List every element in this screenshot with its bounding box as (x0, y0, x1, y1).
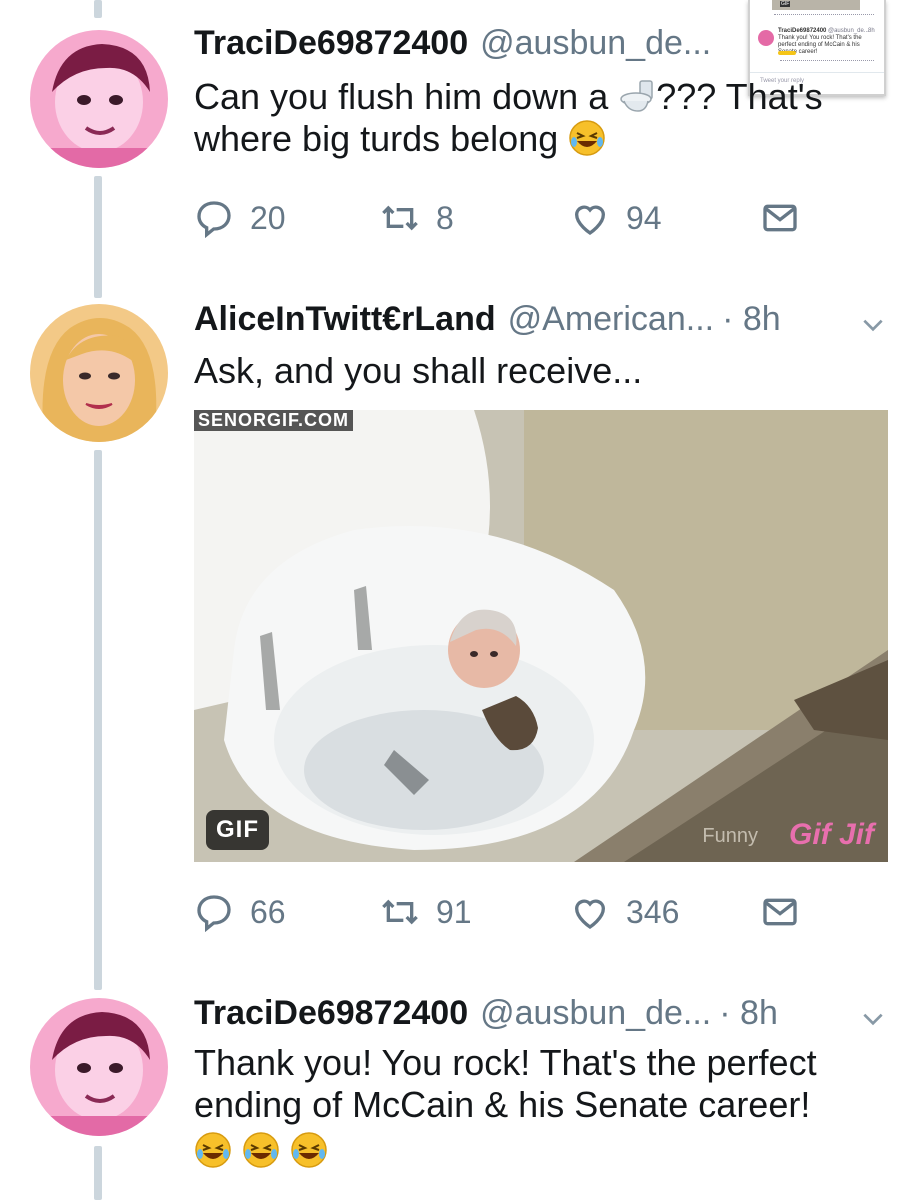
tweet-actions: 20 8 94 (194, 198, 814, 242)
tweet-header: TraciDe69872400 @ausbun_de... (194, 24, 711, 63)
tweet-header: AliceInTwitt€rLand @American... · 8h (194, 300, 781, 339)
user-name[interactable]: TraciDe69872400 (194, 994, 468, 1033)
like-button[interactable]: 94 (570, 198, 662, 238)
laughing-emoji-icon (242, 1131, 280, 1169)
retweet-icon (382, 899, 418, 925)
reply-count: 66 (250, 893, 286, 930)
retweet-count: 8 (436, 199, 454, 236)
tweet-text-part: ??? That's (656, 76, 823, 117)
laughing-emoji-icon (568, 119, 606, 157)
thumb-avatar (758, 30, 774, 46)
retweet-count: 91 (436, 893, 472, 930)
user-name[interactable]: TraciDe69872400 (194, 24, 468, 63)
tweet-text: Ask, and you shall receive... (194, 350, 643, 391)
avatar[interactable] (30, 30, 168, 168)
like-icon (574, 205, 606, 235)
tweet-text-line: Thank you! You rock! That's the perfect (194, 1042, 817, 1083)
user-handle[interactable]: @ausbun_de... (480, 994, 711, 1033)
emoji-row (194, 1130, 894, 1172)
toilet-emoji-icon (618, 77, 656, 115)
retweet-button[interactable]: 8 (380, 198, 454, 238)
tweet-header: TraciDe69872400 @ausbun_de... · 8h (194, 994, 778, 1033)
thread-line (94, 0, 102, 18)
tweet-text: Can you flush him down a ??? That's wher… (194, 76, 854, 160)
media-watermark: SENORGIF.COM (194, 410, 354, 431)
thumb-divider (750, 72, 884, 73)
reply-button[interactable]: 20 (194, 198, 286, 238)
media-watermark: Gif Jif (788, 818, 874, 851)
gif-image (194, 410, 888, 862)
thumb-actions (774, 14, 874, 19)
thumb-time: 8h (868, 28, 875, 34)
thread-line (94, 176, 102, 298)
user-handle[interactable]: @ausbun_de... (480, 24, 711, 63)
reply-button[interactable]: 66 (194, 892, 286, 932)
tweet-time[interactable]: · 8h (722, 300, 781, 339)
avatar[interactable] (30, 998, 168, 1136)
thumb-emoji-row (778, 51, 796, 55)
gif-badge: GIF (206, 810, 269, 850)
thread-line (94, 1146, 102, 1200)
retweet-icon (382, 205, 418, 231)
tweet-actions: 66 91 346 (194, 892, 814, 936)
tweet-text-part: Can you flush him down a (194, 76, 609, 117)
tweet-media-gif[interactable]: SENORGIF.COM Funny Gif Jif GIF (194, 410, 888, 862)
avatar[interactable] (30, 304, 168, 442)
retweet-button[interactable]: 91 (380, 892, 472, 932)
reply-icon (197, 895, 231, 932)
like-button[interactable]: 346 (570, 892, 679, 932)
like-icon (574, 899, 606, 929)
thumb-gif-badge: GIF (780, 1, 791, 7)
tweet-text: Thank you! You rock! That's the perfect … (194, 1042, 894, 1172)
user-name[interactable]: AliceInTwitt€rLand (194, 300, 496, 339)
thumb-actions-2 (780, 60, 874, 65)
direct-message-icon (763, 204, 797, 232)
direct-message-icon (763, 898, 797, 926)
thumb-handle: @ausbun_de... (828, 28, 869, 34)
laughing-emoji-icon (290, 1131, 328, 1169)
chevron-down-icon[interactable] (860, 312, 886, 338)
reply-count: 20 (250, 199, 286, 236)
laughing-emoji-icon (194, 1131, 232, 1169)
tweet-text-part: where big turds belong (194, 118, 559, 159)
direct-message-button[interactable] (760, 198, 816, 238)
like-count: 346 (626, 893, 680, 930)
tweet-text-line: Can you flush him down a ??? That's (194, 76, 854, 118)
user-handle[interactable]: @American... (508, 300, 714, 339)
media-watermark: Funny (702, 825, 758, 847)
tweet-text-line: ending of McCain & his Senate career! (194, 1084, 811, 1125)
thumb-name: TraciDe69872400 (778, 28, 827, 34)
thread-line (94, 450, 102, 990)
tweet-text-line: where big turds belong (194, 118, 854, 160)
tweet-time[interactable]: · 8h (719, 994, 778, 1033)
chevron-down-icon[interactable] (860, 1006, 886, 1032)
direct-message-button[interactable] (760, 892, 816, 932)
reply-icon (197, 201, 231, 238)
like-count: 94 (626, 199, 662, 236)
